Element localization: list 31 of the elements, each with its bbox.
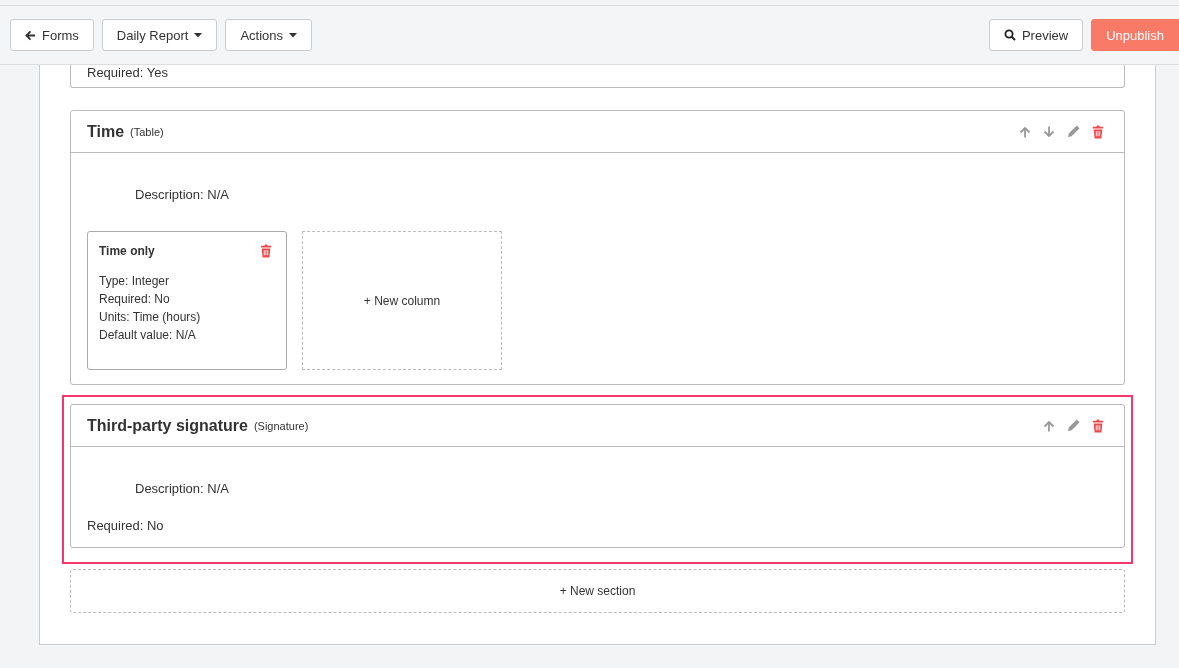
dropdown-button[interactable]: Daily Report <box>101 19 218 51</box>
section-title: Third-party signature <box>87 416 248 435</box>
section-type: (Signature) <box>253 419 309 432</box>
arrow-left-icon <box>25 29 36 41</box>
arrow-up-icon[interactable] <box>1019 125 1031 138</box>
pencil-icon[interactable] <box>1067 419 1080 432</box>
trash-icon[interactable] <box>260 244 272 258</box>
caret-icon <box>289 32 297 38</box>
column-detail: Type: Integer <box>99 273 171 290</box>
new-column-button[interactable]: + New column <box>302 231 502 370</box>
trash-icon[interactable] <box>1092 418 1104 433</box>
arrow-down-icon[interactable] <box>1043 125 1055 138</box>
arrow-up-icon[interactable] <box>1043 419 1055 432</box>
caret-icon <box>194 32 203 38</box>
description-text: Description: N/A <box>135 481 230 496</box>
search-icon <box>1003 29 1016 41</box>
dropdown-button[interactable]: Actions <box>225 19 312 51</box>
section-type: (Table) <box>130 125 164 138</box>
column-detail: Units: Time (hours) <box>99 309 202 326</box>
new-section-button[interactable]: + New section <box>70 569 1125 613</box>
pencil-icon[interactable] <box>1067 125 1080 138</box>
column-title: Time only <box>99 244 155 258</box>
preview-button[interactable]: Preview <box>988 19 1084 51</box>
back-button[interactable]: Forms <box>10 19 94 51</box>
section-title: Time <box>87 122 125 141</box>
required-text: Required: Yes <box>87 65 168 80</box>
trash-icon[interactable] <box>1092 124 1104 139</box>
column-detail: Required: No <box>99 291 171 308</box>
required-text: Required: No <box>87 518 165 533</box>
column-detail: Default value: N/A <box>99 327 197 344</box>
description-text: Description: N/A <box>135 187 230 202</box>
